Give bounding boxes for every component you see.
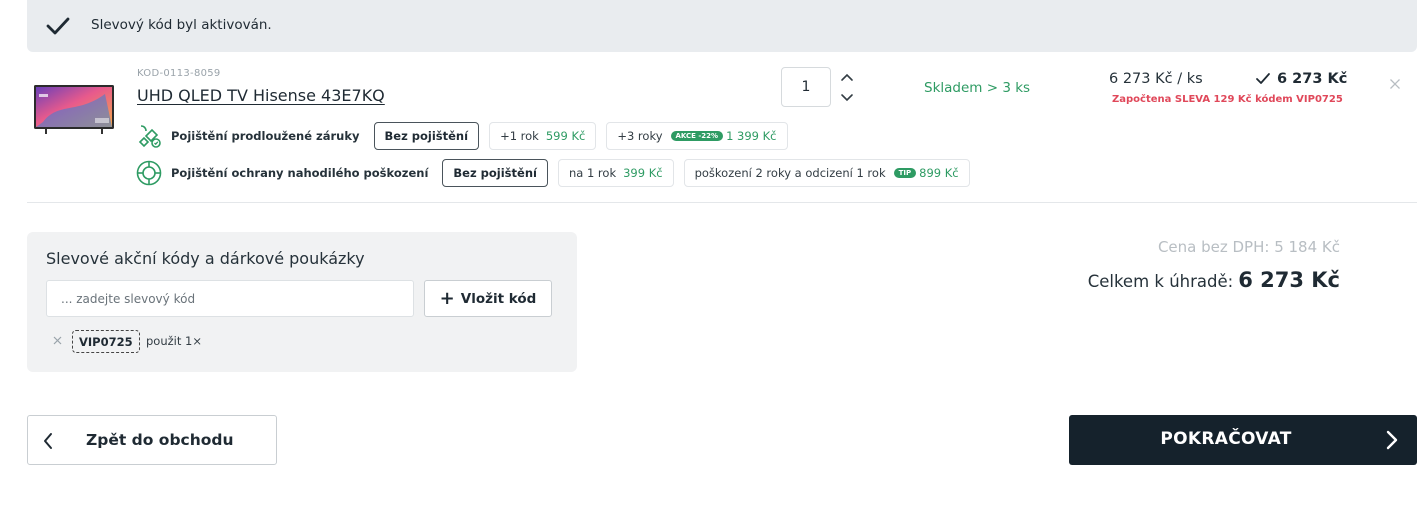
voucher-code-input[interactable] <box>46 280 414 317</box>
voucher-title: Slevové akční kódy a dárkové poukázky <box>46 249 365 268</box>
applied-code-note: použit 1× <box>146 334 202 348</box>
close-icon[interactable] <box>1389 78 1401 90</box>
discount-note: Započtena SLEVA 129 Kč kódem VIP0725 <box>1112 94 1343 105</box>
option-label: poškození 2 roky a odcizení 1 rok <box>694 166 886 180</box>
option-label: +1 rok <box>500 129 539 143</box>
product-code: KOD-0113-8059 <box>137 68 221 79</box>
chevron-down-icon[interactable] <box>839 91 855 105</box>
success-alert: Slevový kód byl aktivován. <box>27 0 1417 52</box>
item-total-price: 6 273 Kč <box>1277 71 1348 87</box>
chevron-right-icon <box>1386 430 1398 450</box>
damage-option-2-years-theft[interactable]: poškození 2 roky a odcizení 1 rok TIP 89… <box>683 159 970 187</box>
option-label: na 1 rok <box>568 166 617 180</box>
warranty-option-1-year[interactable]: +1 rok 599 Kč <box>489 122 597 150</box>
back-label: Zpět do obchodu <box>86 431 234 449</box>
insurance-damage-label: Pojištění ochrany nahodilého poškození <box>171 166 429 180</box>
option-label: Bez pojištění <box>453 166 537 180</box>
chevron-left-icon <box>44 433 52 449</box>
warranty-option-none[interactable]: Bez pojištění <box>373 122 480 150</box>
alert-message: Slevový kód byl aktivován. <box>91 17 272 33</box>
warranty-insurance-icon <box>138 125 161 148</box>
insurance-warranty-row: Pojištění prodloužené záruky Bez pojiště… <box>135 121 798 151</box>
check-icon <box>1256 73 1270 84</box>
back-to-shop-button[interactable]: Zpět do obchodu <box>27 415 277 465</box>
tip-badge: TIP <box>893 168 917 178</box>
quantity-input[interactable]: 1 <box>781 67 831 107</box>
continue-label: POKRAČOVAT <box>1160 429 1292 449</box>
option-price: 399 Kč <box>623 166 663 180</box>
unit-price: 6 273 Kč / ks <box>1109 71 1203 87</box>
plus-icon: + <box>439 287 455 309</box>
grand-total-label: Celkem k úhradě: <box>1087 272 1234 291</box>
option-label: Bez pojištění <box>384 129 469 143</box>
chevron-up-icon[interactable] <box>839 70 855 84</box>
warranty-option-3-years[interactable]: +3 roky AKCE -22% 1 399 Kč <box>606 122 788 150</box>
check-icon <box>46 17 70 35</box>
option-price: 1 399 Kč <box>726 129 777 143</box>
promo-badge: AKCE -22% <box>670 131 724 141</box>
grand-total: Celkem k úhradě: 6 273 Kč <box>1088 268 1340 292</box>
close-icon[interactable] <box>53 336 62 345</box>
add-voucher-button[interactable]: + Vložit kód <box>424 280 552 317</box>
item-total: 6 273 Kč <box>1255 71 1347 87</box>
continue-button[interactable]: POKRAČOVAT <box>1069 415 1417 465</box>
damage-option-1-year[interactable]: na 1 rok 399 Kč <box>557 159 674 187</box>
stock-status: Skladem > 3 ks <box>924 80 1031 96</box>
damage-insurance-icon <box>136 160 162 186</box>
option-price: 599 Kč <box>545 129 586 143</box>
tv-thumbnail <box>34 85 114 134</box>
insurance-warranty-label: Pojištění prodloužené záruky <box>171 129 360 143</box>
option-price: 899 Kč <box>919 166 959 180</box>
product-name-link[interactable]: UHD QLED TV Hisense 43E7KQ <box>137 86 385 105</box>
add-voucher-label: Vložit kód <box>460 290 537 307</box>
voucher-panel: Slevové akční kódy a dárkové poukázky + … <box>27 232 577 372</box>
net-price: Cena bez DPH: 5 184 Kč <box>1157 238 1340 256</box>
grand-total-value: 6 273 Kč <box>1238 268 1340 292</box>
applied-code-tag: VIP0725 <box>72 330 140 353</box>
cart-item: KOD-0113-8059 UHD QLED TV Hisense 43E7KQ… <box>27 60 1417 203</box>
damage-option-none[interactable]: Bez pojištění <box>442 159 548 187</box>
option-label: +3 roky <box>617 129 663 143</box>
insurance-damage-row: Pojištění ochrany nahodilého poškození B… <box>135 158 980 188</box>
